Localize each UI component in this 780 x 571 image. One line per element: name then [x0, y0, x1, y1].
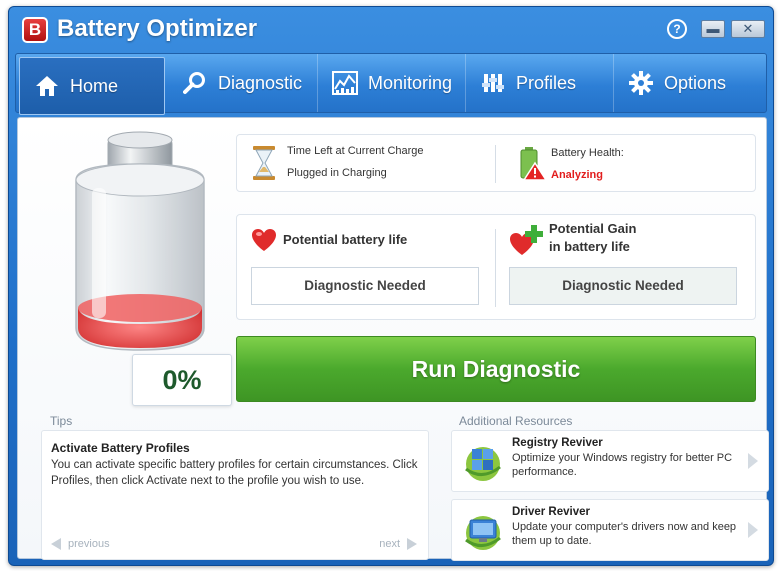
next-label: next [379, 538, 400, 550]
nav-options[interactable]: Options [614, 54, 764, 112]
home-panel: 0% Time Left at Current Charge Plugged i… [17, 117, 769, 561]
nav-diagnostic[interactable]: Diagnostic [168, 54, 318, 112]
registry-reviver-desc: Optimize your Windows registry for bette… [512, 452, 733, 478]
time-left-label: Time Left at Current Charge [287, 145, 424, 157]
window-controls: ? ▬ ✕ [667, 19, 765, 39]
battery-health-value: Analyzing [551, 169, 603, 181]
potential-life-value: Diagnostic Needed [251, 267, 479, 305]
heart-icon [251, 229, 277, 258]
potential-gain-label-1: Potential Gain [549, 221, 637, 236]
chevron-right-icon [748, 522, 758, 538]
nav-monitoring[interactable]: Monitoring [318, 54, 466, 112]
tips-panel: Activate Battery Profiles You can activa… [41, 430, 429, 560]
help-button[interactable]: ? [667, 19, 687, 39]
potential-gain-label-2: in battery life [549, 239, 630, 254]
nav-home[interactable]: Home [19, 57, 165, 115]
chevron-right-icon [748, 453, 758, 469]
title-bar[interactable]: B Battery Optimizer ? ▬ ✕ [9, 7, 773, 53]
profiles-icon [480, 70, 506, 96]
nav-profiles[interactable]: Profiles [466, 54, 614, 112]
nav-diagnostic-label: Diagnostic [218, 72, 303, 93]
next-button[interactable]: next [379, 537, 418, 551]
app-logo-icon: B [22, 17, 48, 43]
run-diagnostic-button[interactable]: Run Diagnostic [236, 336, 756, 402]
battery-alert-icon [519, 147, 548, 186]
registry-reviver-icon [462, 441, 504, 483]
chart-icon [332, 70, 358, 96]
tips-heading: Activate Battery Profiles [51, 441, 190, 455]
heart-plus-icon [509, 225, 545, 262]
battery-percent: 0% [132, 354, 232, 406]
app-window: B Battery Optimizer ? ▬ ✕ Home Diagnosti… [8, 6, 774, 566]
close-button[interactable]: ✕ [731, 20, 765, 38]
battery-health-label: Battery Health: [551, 147, 624, 159]
resources-title: Additional Resources [459, 414, 573, 428]
home-icon [34, 73, 60, 99]
arrow-left-icon [51, 538, 61, 550]
resource-registry-reviver[interactable]: Registry Reviver Optimize your Windows r… [451, 430, 769, 492]
nav-profiles-label: Profiles [516, 72, 577, 93]
registry-reviver-title: Registry Reviver [512, 437, 603, 449]
nav-monitoring-label: Monitoring [368, 72, 453, 93]
potential-gain-value: Diagnostic Needed [509, 267, 737, 305]
potential-card: Potential battery life Diagnostic Needed… [236, 214, 756, 320]
nav-options-label: Options [664, 72, 727, 93]
resource-driver-reviver[interactable]: Driver Reviver Update your computer's dr… [451, 499, 769, 561]
battery-graphic: 0% [66, 128, 232, 406]
potential-divider [495, 229, 496, 307]
driver-reviver-icon [462, 510, 504, 552]
driver-reviver-desc: Update your computer's drivers now and k… [512, 521, 737, 547]
app-title: Battery Optimizer [57, 15, 258, 42]
driver-reviver-title: Driver Reviver [512, 506, 590, 518]
status-card: Time Left at Current Charge Plugged in C… [236, 134, 756, 192]
minimize-button[interactable]: ▬ [701, 20, 725, 38]
previous-button[interactable]: previous [50, 537, 110, 551]
hourglass-icon [251, 145, 277, 186]
plugged-label: Plugged in Charging [287, 167, 387, 179]
tips-title: Tips [50, 414, 73, 428]
search-icon [182, 70, 208, 96]
arrow-right-icon [407, 538, 417, 550]
main-nav: Home Diagnostic Monitoring Profiles Opti… [15, 53, 767, 115]
potential-life-label: Potential battery life [283, 232, 408, 247]
previous-label: previous [68, 538, 110, 550]
nav-home-label: Home [70, 75, 119, 96]
status-divider [495, 145, 496, 183]
tips-text: You can activate specific battery profil… [51, 459, 418, 487]
battery-icon [75, 131, 205, 351]
gear-icon [628, 70, 654, 96]
